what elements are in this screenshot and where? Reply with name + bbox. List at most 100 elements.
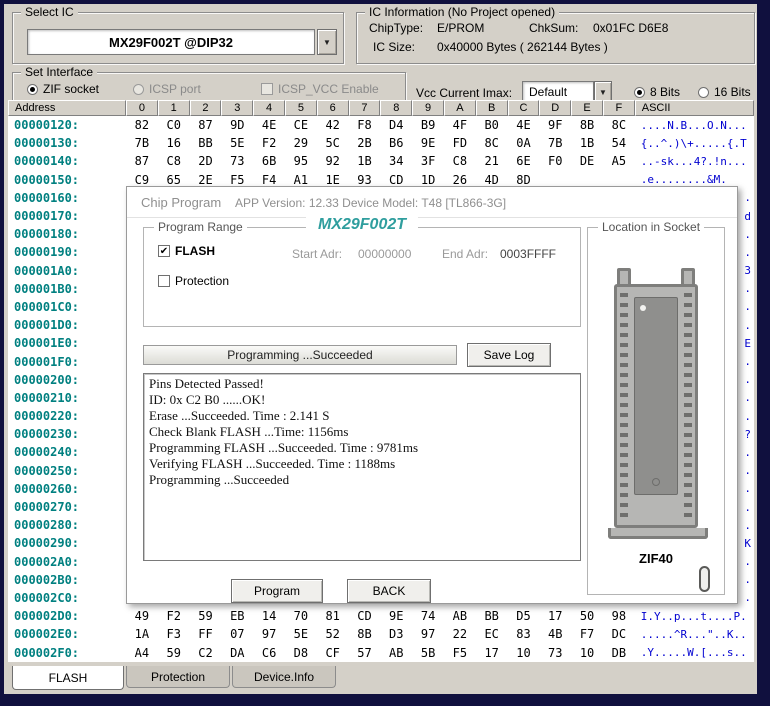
hex-col-header[interactable]: E [571, 100, 603, 116]
hex-byte[interactable]: 82 [126, 116, 158, 134]
hex-byte[interactable]: 4E [508, 116, 540, 134]
hex-byte[interactable]: BB [190, 134, 222, 152]
hex-byte[interactable]: 7B [539, 134, 571, 152]
hex-byte[interactable]: F2 [253, 134, 285, 152]
hex-byte[interactable]: 10 [508, 643, 540, 661]
hex-col-header[interactable]: C [508, 100, 540, 116]
hex-col-header[interactable]: A [444, 100, 476, 116]
hex-byte[interactable]: F0 [539, 152, 571, 170]
hex-byte[interactable]: C8 [444, 152, 476, 170]
hex-byte[interactable]: A4 [126, 643, 158, 661]
hex-col-header[interactable]: 2 [190, 100, 222, 116]
hex-byte[interactable]: 10 [571, 643, 603, 661]
hex-byte[interactable]: 87 [190, 116, 222, 134]
hex-byte[interactable]: 4E [253, 116, 285, 134]
tab-device-info[interactable]: Device.Info [232, 666, 336, 688]
hex-byte[interactable]: 14 [253, 607, 285, 625]
16-bits-radio[interactable]: 16 Bits [698, 85, 751, 99]
hex-byte[interactable]: 95 [285, 152, 317, 170]
hex-byte[interactable]: BB [476, 607, 508, 625]
hex-byte[interactable]: CE [285, 116, 317, 134]
hex-col-header[interactable]: D [539, 100, 571, 116]
hex-col-header[interactable]: 5 [285, 100, 317, 116]
hex-byte[interactable]: 73 [539, 643, 571, 661]
hex-byte[interactable]: 54 [603, 134, 635, 152]
hex-row[interactable]: 000002D0:49F259EB147081CD9E74ABBBD517509… [8, 607, 754, 625]
8-bits-radio[interactable]: 8 Bits [634, 85, 680, 99]
hex-byte[interactable]: 9F [539, 116, 571, 134]
hex-byte[interactable]: CF [317, 643, 349, 661]
hex-byte[interactable]: 07 [221, 625, 253, 643]
hex-col-header[interactable]: B [476, 100, 508, 116]
hex-byte[interactable]: 2D [190, 152, 222, 170]
hex-byte[interactable]: 2B [349, 134, 381, 152]
program-button[interactable]: Program [231, 579, 323, 603]
hex-byte[interactable]: F5 [444, 643, 476, 661]
hex-byte[interactable]: 17 [539, 607, 571, 625]
hex-byte[interactable]: 9D [221, 116, 253, 134]
hex-byte[interactable]: 8B [571, 116, 603, 134]
hex-byte[interactable]: 50 [571, 607, 603, 625]
hex-byte[interactable]: 3F [412, 152, 444, 170]
hex-byte[interactable]: FD [444, 134, 476, 152]
hex-byte[interactable]: 9E [380, 607, 412, 625]
hex-byte[interactable]: 1B [571, 134, 603, 152]
hex-byte[interactable]: 70 [285, 607, 317, 625]
hex-byte[interactable]: 4F [444, 116, 476, 134]
hex-byte[interactable]: 4B [539, 625, 571, 643]
hex-byte[interactable]: B6 [380, 134, 412, 152]
hex-byte[interactable]: D5 [508, 607, 540, 625]
hex-byte[interactable]: 7B [126, 134, 158, 152]
hex-byte[interactable]: 17 [476, 643, 508, 661]
hex-byte[interactable]: C0 [158, 116, 190, 134]
hex-byte[interactable]: 74 [412, 607, 444, 625]
ic-select-dropdown-button[interactable]: ▼ [317, 29, 337, 55]
hex-row[interactable]: 00000140:87C82D736B95921B343FC8216EF0DEA… [8, 152, 754, 170]
hex-col-header[interactable]: 3 [221, 100, 253, 116]
hex-byte[interactable]: A5 [603, 152, 635, 170]
protection-checkbox[interactable]: Protection [158, 274, 229, 288]
flash-checkbox[interactable]: ✔ FLASH [158, 244, 215, 258]
save-log-button[interactable]: Save Log [467, 343, 551, 367]
hex-byte[interactable]: 59 [158, 643, 190, 661]
hex-byte[interactable]: 5B [412, 643, 444, 661]
hex-col-header[interactable]: 6 [317, 100, 349, 116]
hex-byte[interactable]: D3 [380, 625, 412, 643]
ic-select-combobox[interactable]: MX29F002T @DIP32 [27, 29, 315, 55]
hex-col-header[interactable]: F [603, 100, 635, 116]
icsp-port-radio[interactable]: ICSP port [133, 82, 201, 96]
hex-byte[interactable]: F7 [571, 625, 603, 643]
tab-protection[interactable]: Protection [126, 666, 230, 688]
back-button[interactable]: BACK [347, 579, 431, 603]
hex-byte[interactable]: 5E [285, 625, 317, 643]
hex-byte[interactable]: 59 [190, 607, 222, 625]
hex-byte[interactable]: 16 [158, 134, 190, 152]
hex-byte[interactable]: B0 [476, 116, 508, 134]
hex-byte[interactable]: 22 [444, 625, 476, 643]
hex-byte[interactable]: 0A [508, 134, 540, 152]
hex-byte[interactable]: 57 [349, 643, 381, 661]
ascii-column-header[interactable]: ASCII [635, 100, 754, 116]
hex-byte[interactable]: 98 [603, 607, 635, 625]
hex-byte[interactable]: DB [603, 643, 635, 661]
hex-byte[interactable]: 81 [317, 607, 349, 625]
hex-byte[interactable]: DC [603, 625, 635, 643]
hex-byte[interactable]: 83 [508, 625, 540, 643]
hex-byte[interactable]: 9E [412, 134, 444, 152]
zif-socket-radio[interactable]: ZIF socket [27, 82, 99, 96]
hex-byte[interactable]: F8 [349, 116, 381, 134]
hex-byte[interactable]: 49 [126, 607, 158, 625]
hex-byte[interactable]: F3 [158, 625, 190, 643]
log-output[interactable]: Pins Detected Passed!ID: 0x C2 B0 ......… [143, 373, 581, 561]
address-column-header[interactable]: Address [8, 100, 126, 116]
hex-byte[interactable]: 8B [349, 625, 381, 643]
hex-byte[interactable]: B9 [412, 116, 444, 134]
hex-byte[interactable]: 8C [476, 134, 508, 152]
hex-row[interactable]: 00000120:82C0879D4ECE42F8D4B94FB04E9F8B8… [8, 116, 754, 134]
hex-byte[interactable]: F2 [158, 607, 190, 625]
hex-byte[interactable]: 5E [221, 134, 253, 152]
hex-col-header[interactable]: 7 [349, 100, 381, 116]
hex-byte[interactable]: 52 [317, 625, 349, 643]
hex-byte[interactable]: C6 [253, 643, 285, 661]
hex-byte[interactable]: EC [476, 625, 508, 643]
